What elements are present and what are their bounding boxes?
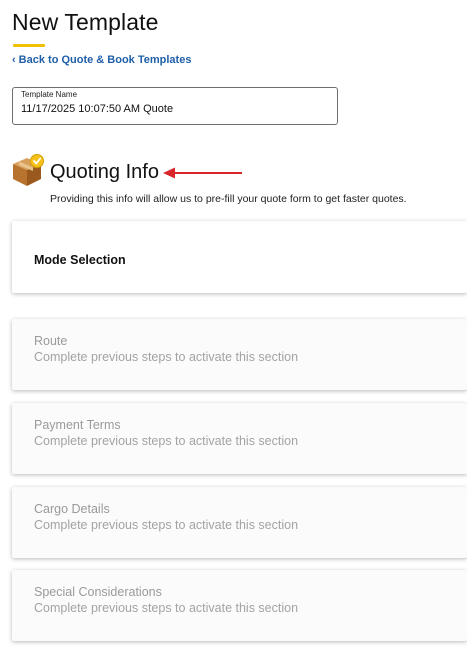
section-card-cargo-details: Cargo Details Complete previous steps to… (12, 487, 467, 558)
section-card-title: Mode Selection (34, 253, 126, 267)
section-card-subtitle: Complete previous steps to activate this… (34, 601, 299, 615)
template-name-input[interactable] (21, 103, 321, 115)
chevron-left-icon: ‹ (12, 53, 16, 66)
section-card-special-considerations: Special Considerations Complete previous… (12, 570, 467, 641)
back-link-label: Back to Quote & Book Templates (18, 54, 192, 66)
page-title: New Template (12, 9, 159, 35)
quoting-info-title: Quoting Info (50, 160, 159, 183)
template-name-label: Template Name (21, 90, 78, 99)
package-box-icon (11, 152, 45, 188)
back-link[interactable]: ‹ Back to Quote & Book Templates (12, 54, 191, 66)
section-card-subtitle: Complete previous steps to activate this… (34, 350, 299, 364)
section-card-subtitle: Complete previous steps to activate this… (34, 518, 299, 532)
quoting-info-description: Providing this info will allow us to pre… (50, 193, 407, 205)
section-card-title: Special Considerations (34, 585, 162, 599)
section-card-subtitle: Complete previous steps to activate this… (34, 434, 299, 448)
section-card-title: Cargo Details (34, 502, 110, 516)
section-card-payment-terms: Payment Terms Complete previous steps to… (12, 403, 467, 474)
section-card-route: Route Complete previous steps to activat… (12, 319, 467, 390)
quoting-info-header: Quoting Info (11, 152, 159, 188)
section-card-mode-selection[interactable]: Mode Selection (12, 221, 467, 293)
template-name-field[interactable]: Template Name (12, 87, 338, 125)
arrow-left-icon (163, 167, 242, 179)
title-underline (13, 44, 45, 47)
section-card-title: Route (34, 334, 68, 348)
section-card-title: Payment Terms (34, 418, 121, 432)
